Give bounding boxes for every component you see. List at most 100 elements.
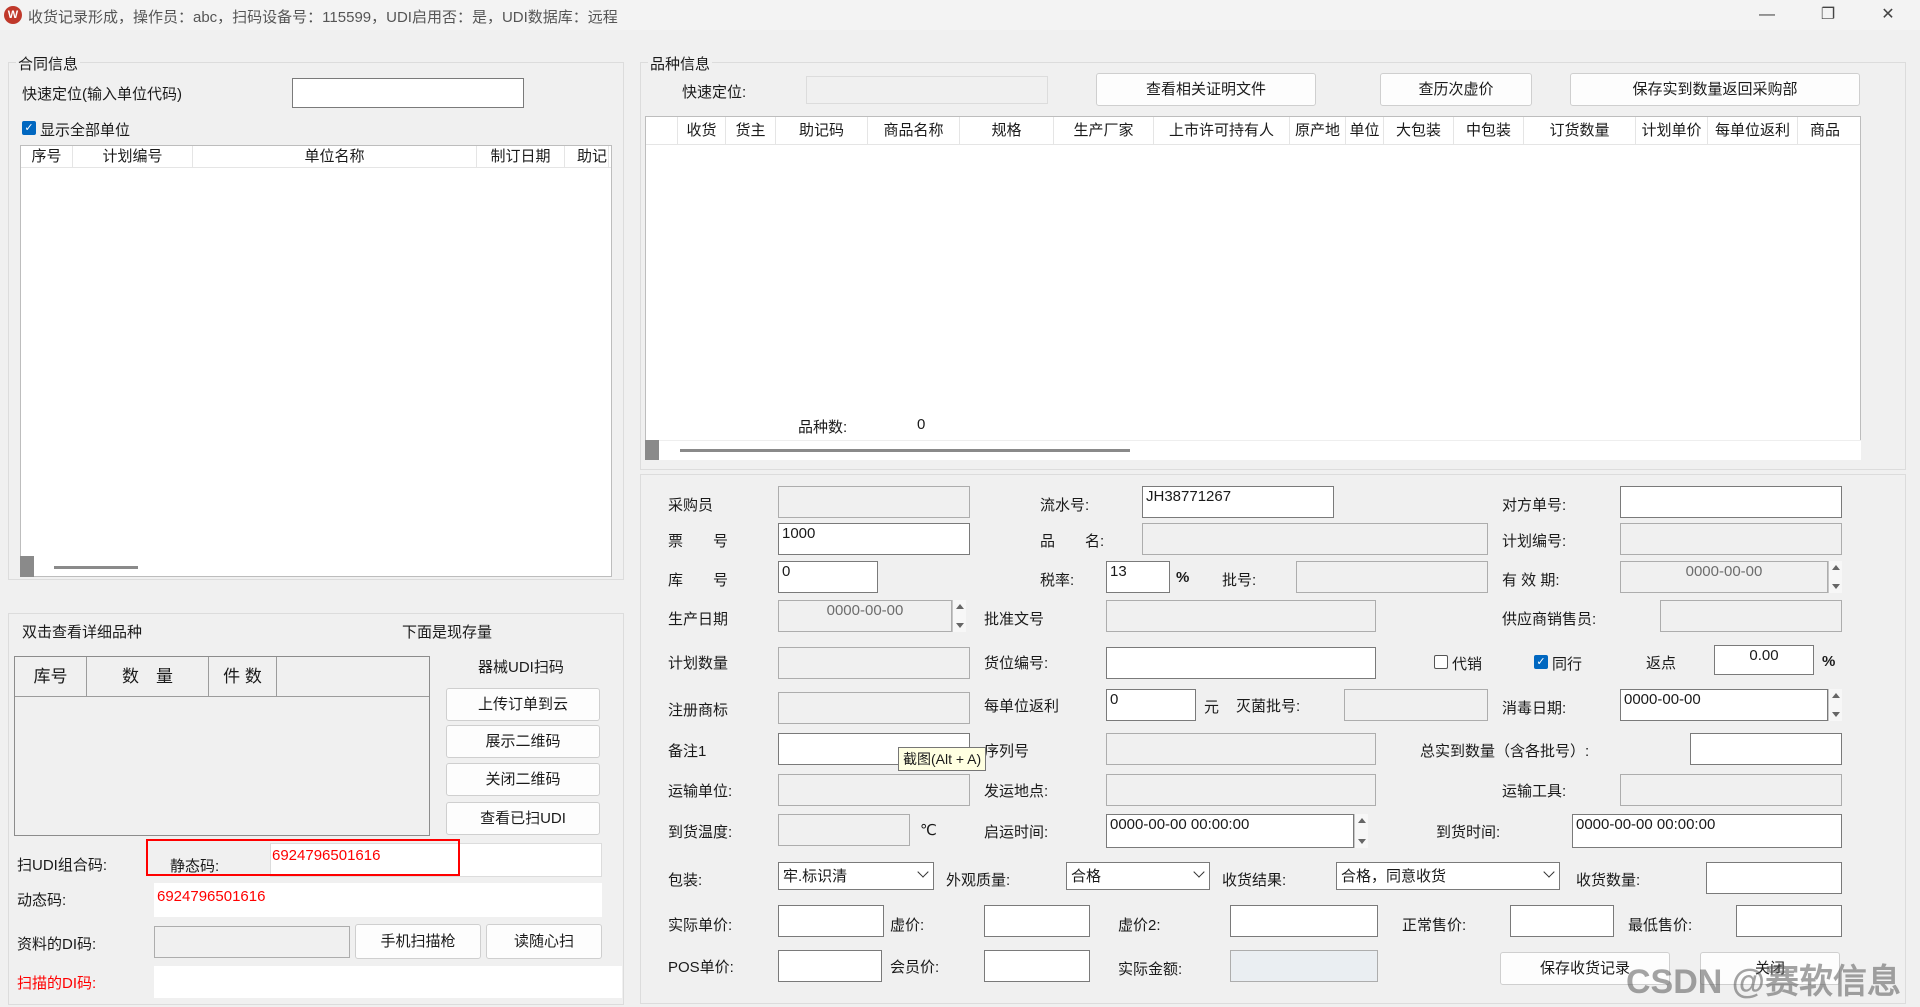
upload-order-button[interactable]: 上传订单到云 [446,688,600,721]
history-price-button[interactable]: 查历次虚价 [1380,73,1532,106]
col-manufacturer[interactable]: 生产厂家 [1054,117,1154,144]
col-unit-name[interactable]: 单位名称 [193,146,477,167]
col-mnemonic-code[interactable]: 助记码 [776,117,868,144]
col-origin[interactable]: 原产地 [1290,117,1346,144]
variety-quick-locate-input[interactable] [806,76,1048,104]
show-qrcode-button[interactable]: 展示二维码 [446,725,600,758]
col-plan-price[interactable]: 计划单价 [1636,117,1708,144]
counter-no-input[interactable] [1620,486,1842,518]
col-big-pack[interactable]: 大包装 [1384,117,1454,144]
serial-no-input[interactable]: JH38771267 [1142,486,1334,518]
phone-scanner-button[interactable]: 手机扫描枪 [355,924,481,959]
read-scanner-button[interactable]: 读随心扫 [486,924,602,959]
plan-qty-input[interactable] [778,647,970,679]
col-mid-pack[interactable]: 中包装 [1454,117,1524,144]
peer-label: 同行 [1552,656,1583,673]
minimize-button[interactable]: — [1744,2,1790,28]
dynamic-code-input[interactable]: 6924796501616 [154,883,602,917]
consign-checkbox[interactable] [1434,655,1448,669]
depart-time-input[interactable]: 0000-00-00 00:00:00 [1106,814,1354,848]
view-scanned-udi-button[interactable]: 查看已扫UDI [446,802,600,835]
contract-quick-locate-input[interactable] [292,78,524,108]
col-seq[interactable]: 序号 [21,146,73,167]
scanned-di-input[interactable] [154,966,622,998]
show-all-checkbox[interactable]: ✓ [22,121,36,135]
location-no-input[interactable] [1106,647,1376,679]
col-mnemonic[interactable]: 助记 [565,146,609,167]
peer-checkbox[interactable]: ✓ [1534,655,1548,669]
depart-time-spinner[interactable] [1354,814,1368,848]
close-window-button[interactable]: ✕ [1865,2,1911,28]
appearance-select-value: 合格 [1071,868,1102,885]
expiry-spinner[interactable] [1828,561,1842,593]
product-name-input[interactable] [1142,523,1488,555]
member-price-input[interactable] [984,950,1090,982]
buyer-input[interactable] [778,486,970,518]
restore-button[interactable]: ❐ [1805,2,1851,28]
contract-table[interactable]: 序号 计划编号 单位名称 制订日期 助记 [20,145,612,577]
col-unit[interactable]: 单位 [1346,117,1384,144]
contract-hscroll-thumb[interactable] [54,566,138,569]
col-product-more[interactable]: 商品 [1798,117,1858,144]
expiry-input[interactable]: 0000-00-00 [1620,561,1828,593]
batch-no-input[interactable] [1296,561,1488,593]
sterile-batch-input[interactable] [1344,689,1488,721]
plan-no-input[interactable] [1620,523,1842,555]
col-license-holder[interactable]: 上市许可持有人 [1154,117,1290,144]
virtual-price-input[interactable] [984,905,1090,937]
disinfect-date-input[interactable]: 0000-00-00 [1620,689,1828,721]
arrive-temp-input[interactable] [778,814,910,846]
total-qty-input[interactable] [1690,733,1842,765]
col-product-name[interactable]: 商品名称 [868,117,960,144]
unit-rebate-input[interactable]: 0 [1106,689,1196,721]
prod-date-input[interactable]: 0000-00-00 [778,600,952,632]
virtual-price2-input[interactable] [1230,905,1378,937]
package-select[interactable]: 牢.标识清 [778,862,934,890]
serial-number-input[interactable] [1106,733,1376,765]
col-quantity[interactable]: 数 量 [87,657,209,696]
close-qrcode-button[interactable]: 关闭二维码 [446,763,600,796]
variety-table[interactable]: 收货 货主 助记码 商品名称 规格 生产厂家 上市许可持有人 原产地 单位 大包… [645,116,1861,460]
col-make-date[interactable]: 制订日期 [477,146,565,167]
prod-date-spinner[interactable] [952,600,966,632]
view-docs-button[interactable]: 查看相关证明文件 [1096,73,1316,106]
col-receive[interactable]: 收货 [678,117,726,144]
supplier-sales-input[interactable] [1660,600,1842,632]
stock-table[interactable]: 库号 数 量 件 数 [14,656,430,836]
ticket-input[interactable]: 1000 [778,523,970,555]
col-pieces[interactable]: 件 数 [209,657,277,696]
col-unit-rebate[interactable]: 每单位返利 [1708,117,1798,144]
appearance-select[interactable]: 合格 [1066,862,1210,890]
col-owner[interactable]: 货主 [726,117,776,144]
rebate-point-input[interactable]: 0.00 [1714,645,1814,675]
variety-hscroll-thumb[interactable] [680,449,1130,452]
actual-amount-input[interactable] [1230,950,1378,982]
col-warehouse[interactable]: 库号 [15,657,87,696]
arrive-time-input[interactable]: 0000-00-00 00:00:00 [1572,814,1842,848]
transport-unit-input[interactable] [778,774,970,806]
package-chevron-down-icon [917,866,929,878]
pos-price-input[interactable] [778,950,882,982]
save-actual-qty-button[interactable]: 保存实到数量返回采购部 [1570,73,1860,106]
col-order-qty[interactable]: 订货数量 [1524,117,1636,144]
receive-qty-label: 收货数量: [1576,872,1641,889]
col-plan-no[interactable]: 计划编号 [73,146,193,167]
col-spec[interactable]: 规格 [960,117,1054,144]
receive-qty-input[interactable] [1706,862,1842,894]
normal-price-label: 正常售价: [1402,917,1467,934]
buyer-label: 采购员 [668,497,714,514]
min-price-input[interactable] [1736,905,1842,937]
receive-result-select[interactable]: 合格，同意收货 [1336,862,1560,890]
warehouse-no-input[interactable]: 0 [778,561,878,593]
material-di-input[interactable] [154,926,350,958]
trademark-input[interactable] [778,692,970,724]
scanned-di-label: 扫描的DI码: [17,975,97,992]
tax-rate-input[interactable]: 13 [1106,561,1170,593]
ship-place-input[interactable] [1106,774,1376,806]
approval-no-input[interactable] [1106,600,1376,632]
normal-price-input[interactable] [1510,905,1614,937]
actual-price-input[interactable] [778,905,884,937]
actual-price-label: 实际单价: [668,917,733,934]
disinfect-date-spinner[interactable] [1828,689,1842,721]
transport-tool-input[interactable] [1620,774,1842,806]
